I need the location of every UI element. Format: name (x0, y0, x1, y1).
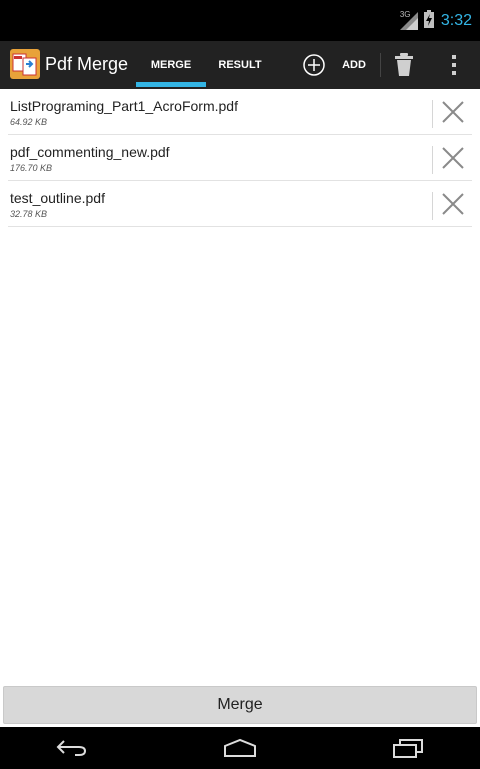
file-size: 176.70 KB (10, 163, 53, 173)
remove-file-button[interactable] (438, 189, 468, 219)
status-bar: 3G 3:32 (0, 0, 480, 41)
add-circle-icon[interactable] (302, 53, 326, 77)
merge-button-label: Merge (217, 696, 263, 713)
back-button[interactable] (52, 735, 92, 761)
tab-merge-label: MERGE (150, 59, 192, 71)
merge-button[interactable]: Merge (3, 686, 477, 724)
battery-icon (423, 9, 434, 33)
row-divider (432, 100, 433, 128)
file-row[interactable]: pdf_commenting_new.pdf 176.70 KB (8, 135, 472, 181)
selected-tab-indicator (136, 82, 206, 87)
status-icons: 3G 3:32 (399, 9, 472, 33)
signal-icon: 3G (399, 10, 418, 30)
recent-apps-button[interactable] (388, 735, 428, 761)
close-icon (442, 101, 464, 123)
tab-result[interactable]: RESULT (208, 41, 272, 89)
remove-file-button[interactable] (438, 143, 468, 173)
file-row[interactable]: test_outline.pdf 32.78 KB (8, 181, 472, 227)
file-size: 64.92 KB (10, 117, 48, 127)
app-title: Pdf Merge (45, 54, 129, 74)
file-name: test_outline.pdf (10, 190, 105, 206)
row-divider (432, 192, 433, 220)
add-button[interactable]: ADD (334, 41, 374, 89)
file-row[interactable]: ListPrograming_Part1_AcroForm.pdf 64.92 … (8, 89, 472, 135)
close-icon (442, 193, 464, 215)
file-name: ListPrograming_Part1_AcroForm.pdf (10, 98, 238, 114)
back-icon (56, 740, 87, 756)
home-icon (224, 738, 256, 757)
pdf-merge-app-icon (10, 49, 40, 79)
clock: 3:32 (440, 12, 472, 29)
file-list: ListPrograming_Part1_AcroForm.pdf 64.92 … (0, 89, 480, 227)
trash-icon[interactable] (394, 53, 414, 77)
recent-apps-icon (393, 739, 423, 758)
navigation-bar (0, 727, 480, 769)
file-size: 32.78 KB (10, 209, 48, 219)
overflow-menu-icon[interactable] (446, 53, 462, 77)
remove-file-button[interactable] (438, 97, 468, 127)
close-icon (442, 147, 464, 169)
tab-result-label: RESULT (218, 59, 262, 71)
action-bar-divider (380, 53, 381, 77)
file-name: pdf_commenting_new.pdf (10, 144, 170, 160)
action-bar: Pdf Merge MERGE RESULT ADD (0, 41, 480, 89)
row-divider (432, 146, 433, 174)
home-button[interactable] (220, 735, 260, 761)
network-type: 3G (399, 10, 411, 19)
add-button-label: ADD (342, 59, 366, 71)
